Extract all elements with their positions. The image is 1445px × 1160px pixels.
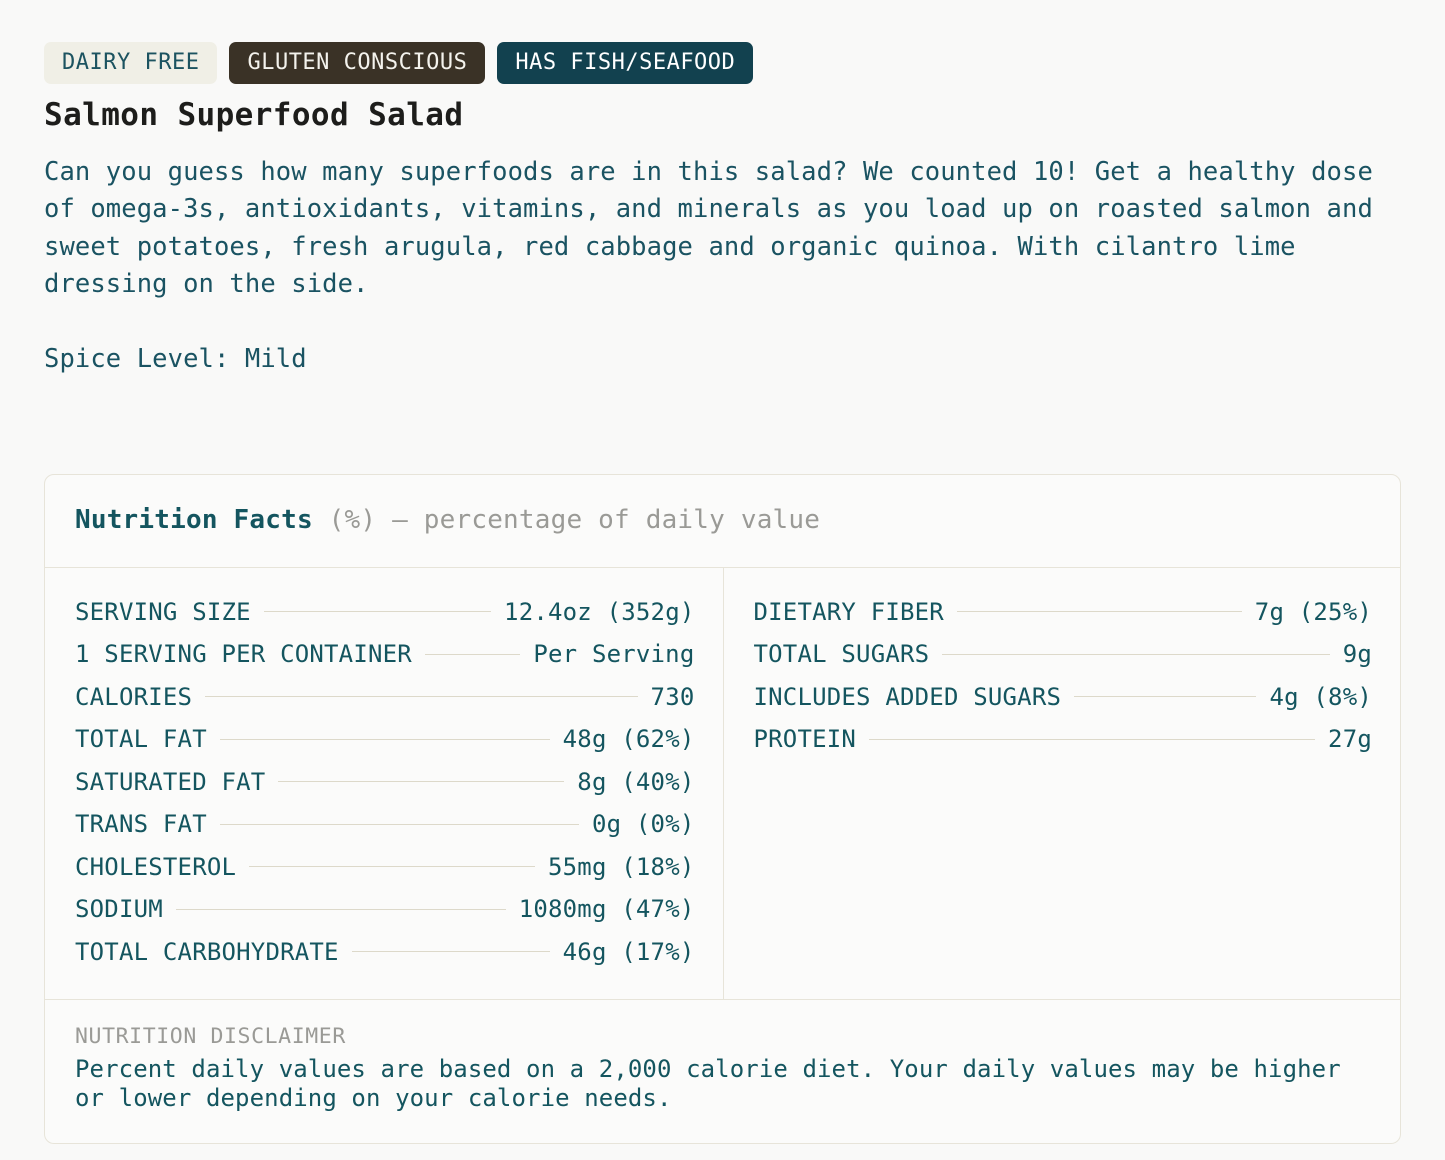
leader-line bbox=[219, 738, 550, 740]
leader-line bbox=[351, 951, 550, 953]
nutrition-row: 1 SERVING PER CONTAINER Per Serving bbox=[75, 633, 695, 676]
nutrition-row-label: 1 SERVING PER CONTAINER bbox=[75, 640, 412, 669]
nutrition-row: PROTEIN 27g bbox=[754, 718, 1373, 761]
nutrition-row: TRANS FAT 0g (0%) bbox=[75, 803, 695, 846]
nutrition-row-label: DIETARY FIBER bbox=[753, 597, 944, 626]
disclaimer-title: NUTRITION DISCLAIMER bbox=[75, 1023, 346, 1049]
nutrition-row-label: SATURATED FAT bbox=[75, 767, 266, 796]
leader-line bbox=[219, 823, 579, 825]
leader-line bbox=[175, 908, 506, 910]
nutrition-row-label: TRANS FAT bbox=[75, 810, 207, 839]
nutrition-row: INCLUDES ADDED SUGARS 4g (8%) bbox=[754, 675, 1373, 718]
leader-line bbox=[205, 696, 638, 698]
nutrition-row-value: 27g bbox=[1328, 725, 1372, 754]
disclaimer-body: Percent daily values are based on a 2,00… bbox=[75, 1054, 1341, 1112]
nutrition-row-label: TOTAL CARBOHYDRATE bbox=[75, 937, 339, 966]
nutrition-row-value: 8g (40%) bbox=[577, 767, 695, 796]
nutrition-row-label: TOTAL SUGARS bbox=[753, 640, 930, 669]
nutrition-facts-grid: SERVING SIZE 12.4oz (352g) 1 SERVING PER C… bbox=[45, 568, 1400, 999]
dietary-badge: GLUTEN CONSCIOUS bbox=[229, 42, 486, 84]
leader-line bbox=[869, 738, 1316, 740]
nutrition-row: TOTAL SUGARS 9g bbox=[754, 633, 1373, 676]
leader-line bbox=[249, 866, 535, 868]
dietary-badge-row: DAIRY FREE GLUTEN CONSCIOUS HAS FISH/SEAFO… bbox=[44, 42, 1401, 84]
nutrition-row: SATURATED FAT 8g (40%) bbox=[75, 760, 695, 803]
nutrition-facts-title: Nutrition Facts bbox=[75, 505, 329, 536]
nutrition-row-value: Per Serving bbox=[533, 640, 695, 669]
leader-line bbox=[278, 781, 565, 783]
nutrition-facts-header: Nutrition Facts (%) – percentage of dail… bbox=[45, 475, 1400, 569]
nutrition-row: SERVING SIZE 12.4oz (352g) bbox=[75, 590, 695, 633]
leader-line bbox=[1074, 696, 1257, 698]
nutrition-row-value: 55mg (18%) bbox=[548, 852, 695, 881]
leader-line bbox=[263, 611, 492, 613]
nutrition-row: CALORIES 730 bbox=[75, 675, 695, 718]
leader-line bbox=[956, 611, 1242, 613]
leader-line bbox=[424, 653, 521, 655]
nutrition-row-value: 7g (25%) bbox=[1254, 597, 1372, 626]
nutrition-row-value: 730 bbox=[650, 682, 695, 711]
nutrition-row-value: 9g bbox=[1342, 640, 1372, 669]
nutrition-row-value: 4g (8%) bbox=[1269, 682, 1372, 711]
leader-line bbox=[942, 653, 1330, 655]
nutrition-row-value: 0g (0%) bbox=[591, 810, 695, 839]
nutrition-row-value: 46g (17%) bbox=[562, 937, 695, 966]
nutrition-row: TOTAL CARBOHYDRATE 46g (17%) bbox=[75, 930, 695, 973]
nutrition-row: CHOLESTEROL 55mg (18%) bbox=[75, 845, 695, 888]
page-title: Salmon Superfood Salad bbox=[44, 97, 464, 133]
nutrition-row-value: 1080mg (47%) bbox=[518, 895, 695, 924]
nutrition-disclaimer: NUTRITION DISCLAIMER Percent daily value… bbox=[45, 998, 1400, 1143]
spice-level: Spice Level: Mild bbox=[44, 343, 307, 374]
nutrition-row-label: TOTAL FAT bbox=[75, 725, 207, 754]
nutrition-facts-card: Nutrition Facts (%) – percentage of dail… bbox=[44, 474, 1401, 1144]
nutrition-row: TOTAL FAT 48g (62%) bbox=[75, 718, 695, 761]
item-description: Can you guess how many superfoods are in… bbox=[44, 156, 1389, 300]
nutrition-row-label: INCLUDES ADDED SUGARS bbox=[753, 682, 1062, 711]
dietary-badge: DAIRY FREE bbox=[44, 42, 218, 84]
nutrition-row-label: PROTEIN bbox=[753, 725, 857, 754]
nutrition-column-right: DIETARY FIBER 7g (25%) TOTAL SUGARS 9g INCLU… bbox=[722, 568, 1401, 999]
nutrition-row-label: SERVING SIZE bbox=[75, 597, 251, 626]
nutrition-row-label: CALORIES bbox=[75, 682, 193, 711]
nutrition-row-value: 48g (62%) bbox=[562, 725, 695, 754]
nutrition-page: DAIRY FREE GLUTEN CONSCIOUS HAS FISH/SEAFO… bbox=[0, 0, 1445, 1160]
nutrition-row: SODIUM 1080mg (47%) bbox=[75, 888, 695, 931]
nutrition-column-left: SERVING SIZE 12.4oz (352g) 1 SERVING PER C… bbox=[45, 568, 723, 999]
nutrition-facts-subtitle: (%) – percentage of daily value bbox=[328, 505, 821, 536]
nutrition-row: DIETARY FIBER 7g (25%) bbox=[754, 590, 1373, 633]
nutrition-row-value: 12.4oz (352g) bbox=[504, 597, 695, 626]
nutrition-row-label: CHOLESTEROL bbox=[75, 852, 237, 881]
dietary-badge: HAS FISH/SEAFOOD bbox=[497, 42, 754, 84]
nutrition-row-label: SODIUM bbox=[75, 895, 163, 924]
